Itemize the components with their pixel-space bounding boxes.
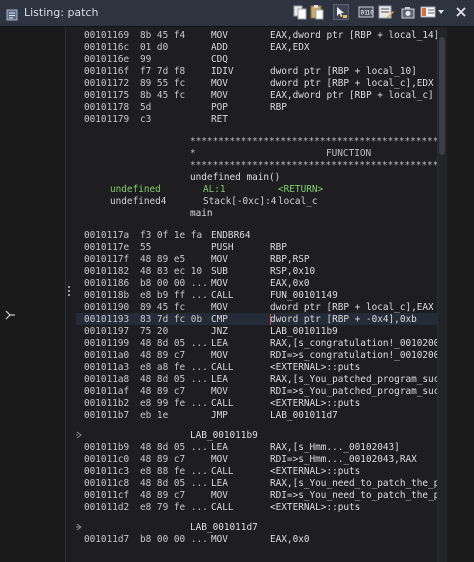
local-var-type: undefined4 xyxy=(110,196,167,207)
title-bar: Listing: patch 01 10 xyxy=(0,0,474,27)
disassembly-listing[interactable]: 00101169 8b 45 f4 MOV EAX,dword ptr [RBP + … xyxy=(76,27,437,562)
flow-arrow-margin xyxy=(66,27,76,562)
function-header-border: ****************************************… xyxy=(190,136,437,147)
close-icon[interactable] xyxy=(454,4,468,20)
return-tag: <RETURN> xyxy=(278,184,324,195)
options-dropdown-icon[interactable] xyxy=(437,4,445,20)
local-var-name[interactable]: local_c xyxy=(278,196,318,208)
svg-text:10: 10 xyxy=(367,10,375,17)
return-type: undefined xyxy=(110,184,161,195)
branch-label[interactable]: LAB_001011b9 xyxy=(190,430,258,442)
overview-pane xyxy=(447,27,474,562)
cursor-text-icon[interactable] xyxy=(333,4,349,20)
window-title: Listing: patch xyxy=(24,6,99,19)
copy-icon[interactable] xyxy=(292,4,308,20)
function-header-border: * xyxy=(190,148,196,159)
listing-window: Listing: patch 01 10 00101169 8b 45 f4 M… xyxy=(0,0,474,562)
branch-label[interactable]: LAB_001011d7 xyxy=(190,522,258,534)
navigation-gutter xyxy=(0,27,66,562)
function-header-label: FUNCTION xyxy=(326,148,372,159)
field-layout-icon[interactable] xyxy=(420,4,436,20)
function-signature[interactable]: undefined main() xyxy=(190,172,280,184)
bytes-view-icon[interactable]: 01 10 xyxy=(358,4,374,20)
paste-icon[interactable] xyxy=(309,4,325,20)
return-register: AL:1 xyxy=(203,184,226,195)
listing-icon xyxy=(6,6,18,21)
local-var-location: Stack[-0xc]:4 xyxy=(203,196,277,207)
function-header-border: ****************************************… xyxy=(190,160,437,171)
function-label[interactable]: main xyxy=(190,208,213,220)
edit-listing-icon[interactable] xyxy=(378,4,394,20)
listing-content: 00101169 8b 45 f4 MOV EAX,dword ptr [RBP + … xyxy=(0,27,474,562)
scrollbar-thumb[interactable] xyxy=(439,37,445,155)
snapshot-icon[interactable] xyxy=(400,4,416,20)
